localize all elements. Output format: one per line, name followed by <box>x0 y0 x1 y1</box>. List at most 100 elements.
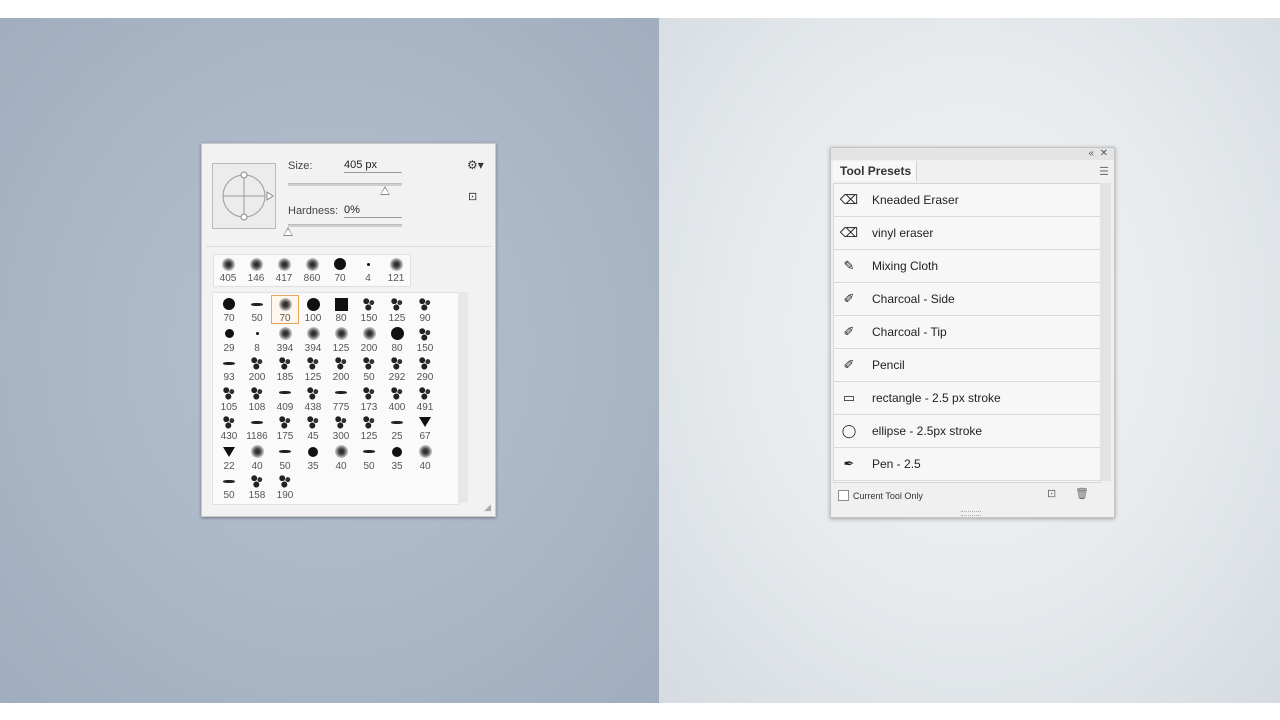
panel-title-bar[interactable] <box>831 148 1114 160</box>
brush-preset[interactable]: 860 <box>298 255 326 284</box>
brush-preset[interactable]: 417 <box>270 255 298 284</box>
brush-preset[interactable]: 125 <box>383 295 411 324</box>
tab-tool-presets[interactable]: Tool Presets <box>833 161 917 181</box>
brush-size-label: 491 <box>416 401 434 413</box>
tool-preset-item[interactable]: ✐ Charcoal - Tip <box>834 316 1100 349</box>
brush-tip-icon <box>334 415 348 429</box>
trash-icon[interactable]: 🗑 <box>1075 487 1089 500</box>
brush-preset[interactable]: 190 <box>271 472 299 501</box>
brush-preset[interactable]: 100 <box>299 295 327 324</box>
brush-preset[interactable]: 35 <box>299 443 327 472</box>
resize-grip-icon[interactable] <box>961 511 981 516</box>
current-tool-only-checkbox[interactable] <box>838 490 849 501</box>
brush-size-label: 70 <box>279 313 291 324</box>
brush-preset[interactable]: 394 <box>271 325 299 354</box>
brush-preset[interactable]: 409 <box>271 384 299 413</box>
brush-preset[interactable]: 125 <box>327 325 355 354</box>
resize-grip-icon[interactable]: ◢ <box>484 502 491 513</box>
brush-preset[interactable]: 50 <box>355 443 383 472</box>
brush-preset[interactable]: 175 <box>271 413 299 442</box>
brush-preset[interactable]: 125 <box>355 413 383 442</box>
brush-preset[interactable]: 80 <box>327 295 355 324</box>
brush-preset[interactable]: 35 <box>383 443 411 472</box>
brush-preset[interactable]: 40 <box>243 443 271 472</box>
brush-preset[interactable]: 121 <box>382 255 410 284</box>
brush-preset[interactable]: 29 <box>215 325 243 354</box>
brush-preset[interactable]: 70 <box>271 295 299 324</box>
brush-size-label: 25 <box>391 431 403 442</box>
brush-preset[interactable]: 40 <box>327 443 355 472</box>
tool-preset-item[interactable]: ⌫ vinyl eraser <box>834 217 1100 250</box>
new-preset-icon[interactable]: ⊡ <box>468 190 477 203</box>
brush-preset[interactable]: 50 <box>271 443 299 472</box>
new-preset-icon[interactable]: ⊡ <box>1047 487 1056 500</box>
brush-size-label: 67 <box>419 431 431 442</box>
brush-preset[interactable]: 105 <box>215 384 243 413</box>
tool-preset-item[interactable]: ◯ ellipse - 2.5px stroke <box>834 415 1100 448</box>
brush-preset[interactable]: 22 <box>215 443 243 472</box>
brush-preset[interactable]: 150 <box>411 325 439 354</box>
brush-preset[interactable]: 50 <box>243 295 271 324</box>
brush-size-label: 40 <box>251 460 263 472</box>
brush-preset[interactable]: 80 <box>383 325 411 354</box>
tool-preset-item[interactable]: ⌫ Kneaded Eraser <box>834 184 1100 217</box>
panel-menu-icon[interactable]: ☰ <box>1099 165 1109 178</box>
brush-preset[interactable]: 200 <box>327 354 355 383</box>
brush-preset[interactable]: 67 <box>411 413 439 442</box>
tool-preset-item[interactable]: ✐ Pencil <box>834 349 1100 382</box>
tool-preset-item[interactable]: ▭ rectangle - 2.5 px stroke <box>834 382 1100 415</box>
brush-preset[interactable]: 93 <box>215 354 243 383</box>
tool-preset-item[interactable]: ✒ Pen - 2.5 <box>834 448 1100 481</box>
brush-preset[interactable]: 45 <box>299 413 327 442</box>
brush-preset[interactable]: 40 <box>411 443 439 472</box>
brush-preset[interactable]: 4 <box>354 255 382 284</box>
brush-preset[interactable]: 491 <box>411 384 439 413</box>
brush-preset[interactable]: 50 <box>215 472 243 501</box>
brush-preset[interactable]: 50 <box>355 354 383 383</box>
brush-size-label: 121 <box>387 273 405 284</box>
brush-preset[interactable]: 158 <box>243 472 271 501</box>
brush-preset[interactable]: 173 <box>355 384 383 413</box>
brush-preset[interactable]: 185 <box>271 354 299 383</box>
brush-preset[interactable]: 70 <box>326 255 354 284</box>
brush-preset[interactable]: 108 <box>243 384 271 413</box>
brush-preset[interactable]: 400 <box>383 384 411 413</box>
brush-preset[interactable]: 775 <box>327 384 355 413</box>
brush-preset[interactable]: 150 <box>355 295 383 324</box>
brush-preset[interactable]: 430 <box>215 413 243 442</box>
brush-angle-roundness-preview[interactable] <box>212 163 276 229</box>
hardness-slider[interactable] <box>288 224 402 227</box>
tool-preset-item[interactable]: ✐ Charcoal - Side <box>834 283 1100 316</box>
brush-preset[interactable]: 290 <box>411 354 439 383</box>
tool-presets-scrollbar[interactable] <box>1100 183 1111 481</box>
brush-preset[interactable]: 394 <box>299 325 327 354</box>
brush-preset[interactable]: 8 <box>243 325 271 354</box>
brush-preset[interactable]: 125 <box>299 354 327 383</box>
brush-tip-icon <box>278 474 292 488</box>
tool-preset-label: Pencil <box>872 358 905 372</box>
brush-tip-icon <box>334 327 348 340</box>
brush-preset[interactable]: 405 <box>214 255 242 284</box>
brush-tip-icon <box>255 332 259 335</box>
brush-preset[interactable]: 1186 <box>243 413 271 442</box>
brush-preset[interactable]: 200 <box>355 325 383 354</box>
brush-preset[interactable]: 200 <box>243 354 271 383</box>
close-icon[interactable]: ✕ <box>1100 148 1108 160</box>
brush-preset[interactable]: 25 <box>383 413 411 442</box>
brush-preset[interactable]: 300 <box>327 413 355 442</box>
collapse-icon[interactable]: « <box>1088 148 1094 160</box>
brush-preset[interactable]: 146 <box>242 255 270 284</box>
brush-preset[interactable]: 70 <box>215 295 243 324</box>
divider <box>206 246 491 247</box>
brush-preset[interactable]: 292 <box>383 354 411 383</box>
brush-grid-scrollbar[interactable] <box>458 292 468 503</box>
hardness-field[interactable]: 0% <box>344 204 402 218</box>
brush-preset[interactable]: 438 <box>299 384 327 413</box>
tool-preset-item[interactable]: ✎ Mixing Cloth <box>834 250 1100 283</box>
brush-preset[interactable]: 90 <box>411 295 439 324</box>
size-field[interactable]: 405 px <box>344 159 402 173</box>
hardness-slider-thumb[interactable] <box>283 227 293 236</box>
size-slider-thumb[interactable] <box>379 186 390 195</box>
tool-preset-label: Mixing Cloth <box>872 259 939 273</box>
gear-icon[interactable]: ⚙▾ <box>467 158 484 172</box>
